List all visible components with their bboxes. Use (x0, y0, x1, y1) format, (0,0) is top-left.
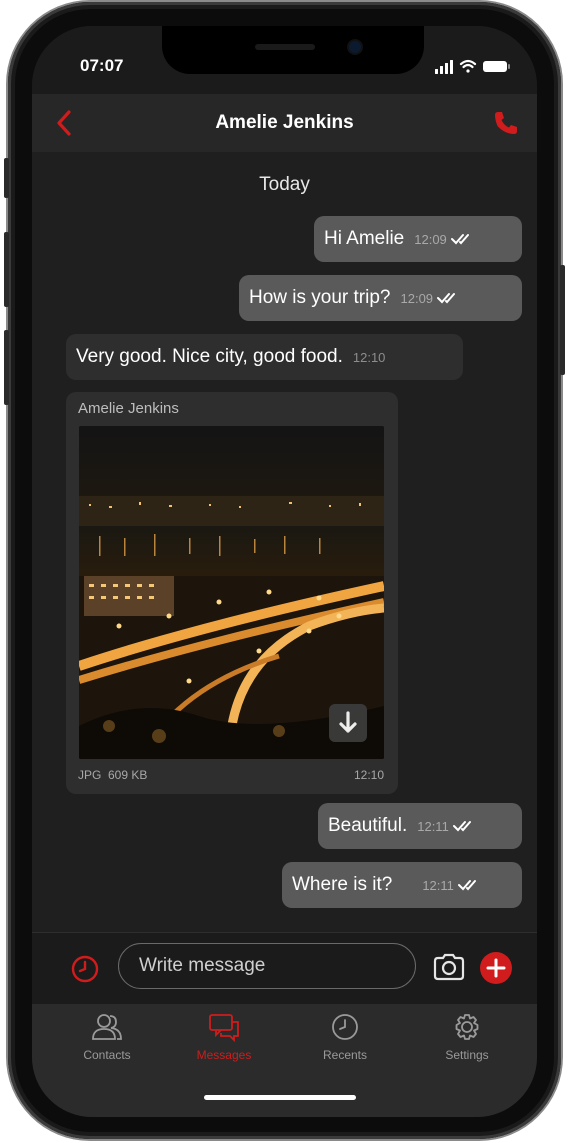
download-arrow-icon (339, 711, 357, 733)
tab-label: Recents (322, 1048, 368, 1062)
clock-icon (71, 955, 99, 983)
date-separator: Today (259, 174, 310, 195)
message-input[interactable] (118, 943, 416, 989)
mute-switch (4, 158, 9, 198)
phone-icon (495, 112, 517, 134)
tab-settings[interactable]: Settings (412, 1012, 522, 1062)
clock-icon (332, 1014, 358, 1040)
home-indicator[interactable] (204, 1095, 356, 1100)
add-attachment-button[interactable] (479, 951, 513, 985)
camera-button[interactable] (432, 952, 466, 982)
message-time: 12:11 (422, 878, 454, 893)
tab-messages[interactable]: Messages (169, 1012, 279, 1062)
message-sender: Amelie Jenkins (78, 400, 179, 417)
messages-icon (209, 1014, 239, 1042)
message-time: 12:09 (414, 232, 447, 247)
message-bubble-outgoing[interactable]: Hi Amelie 12:09 (314, 216, 522, 262)
message-list[interactable]: Today Hi Amelie 12:09 How is your trip? 12… (32, 152, 537, 932)
status-bar: 07:07 (32, 26, 537, 94)
volume-down-button (4, 330, 9, 405)
signal-bars-icon (435, 60, 453, 74)
download-button[interactable] (329, 704, 367, 742)
message-bubble-outgoing[interactable]: How is your trip? 12:09 (239, 275, 522, 321)
camera-icon (433, 953, 465, 981)
tab-label: Contacts (83, 1048, 131, 1062)
message-text: Hi Amelie (324, 228, 405, 249)
tab-label: Settings (445, 1048, 489, 1062)
notch (162, 26, 424, 74)
message-bubble-incoming[interactable]: Very good. Nice city, good food. 12:10 (66, 334, 463, 380)
message-time: 12:10 (353, 768, 384, 782)
speaker-grille (255, 44, 315, 50)
gear-icon (455, 1014, 479, 1040)
message-text: Very good. Nice city, good food. (76, 346, 343, 367)
tab-recents[interactable]: Recents (290, 1012, 400, 1062)
volume-up-button (4, 232, 9, 307)
contacts-icon (92, 1014, 122, 1040)
double-check-icon (450, 233, 469, 245)
chat-header: Amelie Jenkins (32, 94, 537, 152)
timer-button[interactable] (70, 954, 100, 984)
message-text: How is your trip? (249, 287, 391, 308)
tab-label: Messages (196, 1048, 252, 1062)
status-time: 07:07 (80, 56, 124, 75)
message-time: 12:11 (417, 819, 449, 834)
double-check-icon (452, 820, 471, 832)
contact-name[interactable]: Amelie Jenkins (32, 112, 537, 134)
tab-bar: Contacts Messages Recents Settings (32, 1004, 537, 1117)
double-check-icon (457, 879, 476, 891)
tab-contacts[interactable]: Contacts (52, 1012, 162, 1062)
wifi-icon (459, 59, 477, 73)
message-bubble-outgoing[interactable]: Beautiful. 12:11 (318, 803, 522, 849)
power-button (560, 265, 565, 375)
battery-icon (483, 61, 510, 72)
front-camera (347, 39, 363, 55)
message-time: 12:10 (352, 350, 386, 365)
file-info: JPG 609 KB (78, 768, 148, 782)
status-icons (435, 58, 515, 74)
message-bubble-outgoing[interactable]: Where is it? 12:11 (282, 862, 522, 908)
phone-screen: 07:07 Amelie Jenkins Today Hi Amelie 12:… (32, 26, 537, 1117)
message-composer (32, 932, 537, 1005)
message-time: 12:09 (400, 291, 434, 306)
plus-circle-icon (480, 952, 512, 984)
night-city-photo[interactable] (79, 426, 384, 759)
double-check-icon (437, 292, 456, 304)
call-button[interactable] (491, 108, 521, 138)
message-text: Where is it? (292, 874, 393, 895)
image-message-card[interactable]: Amelie Jenkins JPG 609 KB 12:10 (66, 392, 398, 794)
message-text: Beautiful. (328, 815, 408, 836)
